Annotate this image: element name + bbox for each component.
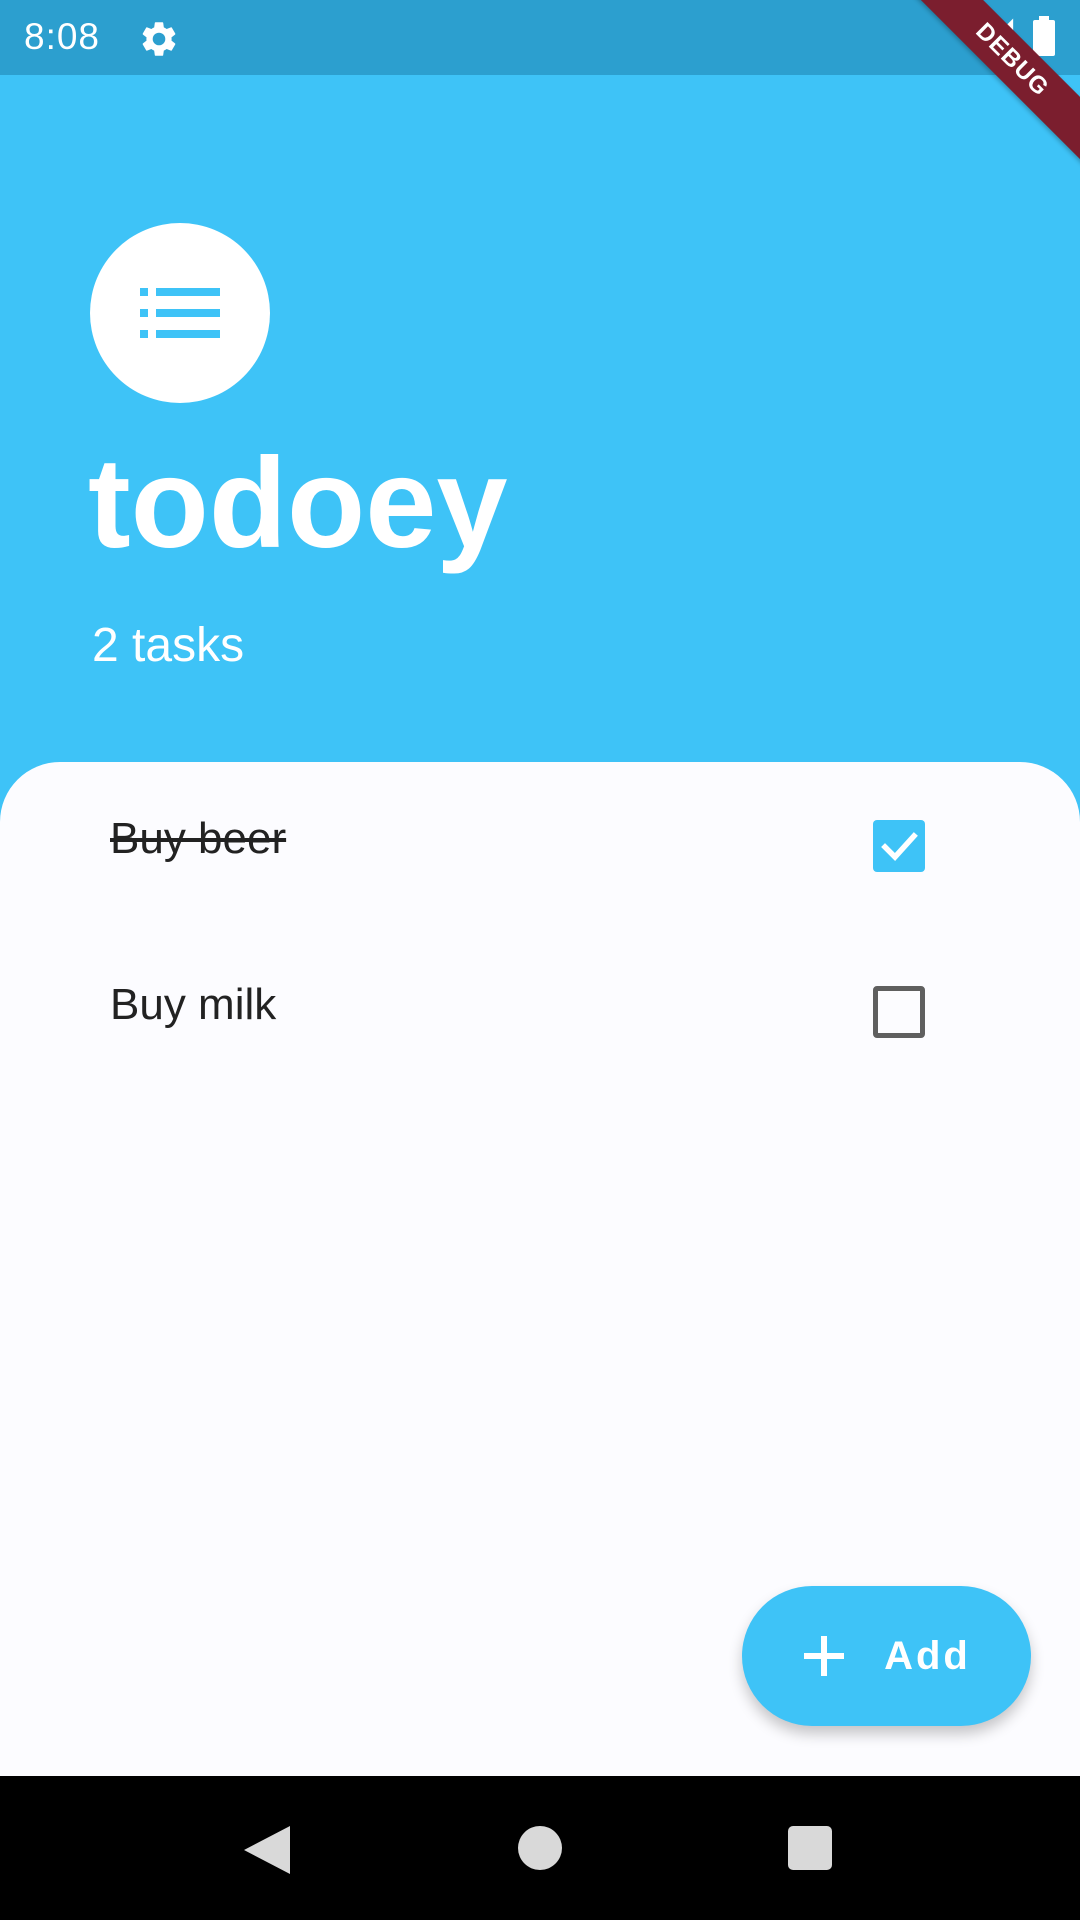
add-button-label: Add: [884, 1633, 971, 1678]
task-checkbox-checked[interactable]: [873, 820, 925, 872]
task-item[interactable]: Buy milk: [0, 952, 1080, 1072]
add-task-button[interactable]: Add: [742, 1586, 1031, 1726]
list-icon: [140, 288, 220, 338]
plus-icon: [804, 1636, 845, 1676]
task-label: Buy milk: [110, 980, 277, 1029]
nav-bar: [0, 1776, 1080, 1920]
gear-icon: [142, 22, 176, 56]
task-count: 2 tasks: [92, 619, 245, 672]
status-bar: 8:08: [0, 0, 1080, 75]
home-icon[interactable]: [518, 1826, 562, 1870]
header-avatar: [90, 223, 270, 403]
back-icon[interactable]: [244, 1826, 290, 1874]
recents-icon[interactable]: [788, 1826, 832, 1870]
task-item[interactable]: Buy beer: [0, 786, 1080, 906]
battery-icon: [1033, 16, 1055, 56]
todoey-screen: 8:08 DEBUG todoey 2 tasks Buy beer Buy m…: [0, 0, 1080, 1920]
check-icon: [881, 832, 918, 861]
task-label: Buy beer: [110, 814, 287, 863]
status-time: 8:08: [24, 16, 101, 57]
task-checkbox-unchecked[interactable]: [873, 986, 925, 1038]
page-title: todoey: [88, 432, 508, 575]
